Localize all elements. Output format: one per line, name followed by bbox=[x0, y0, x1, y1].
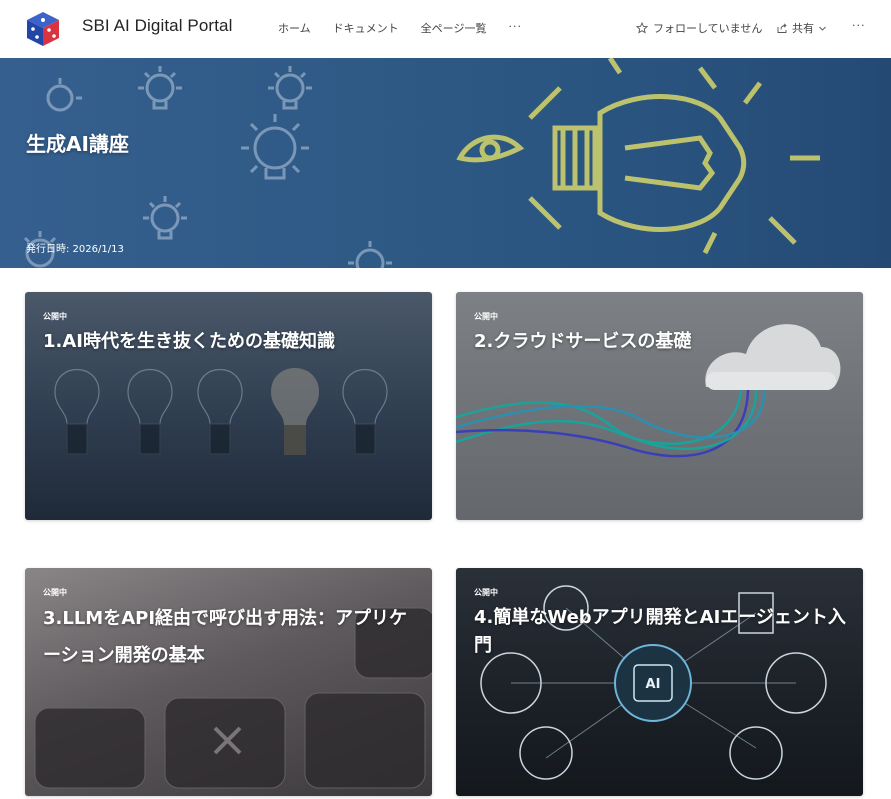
status-badge: 公開中 bbox=[43, 588, 67, 597]
site-logo-icon[interactable] bbox=[24, 10, 62, 48]
site-header: SBI AI Digital Portal ホーム ドキュメント 全ページ一覧 … bbox=[0, 0, 891, 58]
follow-button[interactable]: フォローしていません bbox=[636, 20, 762, 36]
nav-item-home[interactable]: ホーム bbox=[278, 20, 311, 36]
course-card-3[interactable]: 公開中 3.LLMをAPI経由で呼び出す用法：アプリケーション開発の基本 bbox=[25, 568, 432, 796]
nav-item-documents[interactable]: ドキュメント bbox=[333, 20, 399, 36]
status-badge: 公開中 bbox=[474, 312, 498, 321]
site-title[interactable]: SBI AI Digital Portal bbox=[82, 16, 232, 36]
follow-label: フォローしていません bbox=[653, 22, 763, 35]
hero-banner: 生成AI講座 発行日時: 2026/1/13 bbox=[0, 58, 891, 268]
card-title: 1.AI時代を生き抜くための基礎知識 bbox=[43, 331, 335, 352]
ai-chip-label: AI bbox=[646, 677, 661, 692]
header-more-button[interactable]: ··· bbox=[852, 19, 866, 32]
row-of-lightbulbs-image bbox=[54, 368, 388, 455]
hero-title: 生成AI講座 bbox=[26, 132, 129, 156]
ai-network-diagram-image: AI bbox=[480, 585, 827, 780]
card-title: 3.LLMをAPI経由で呼び出す用法：アプリケーション開発の基本 bbox=[43, 608, 408, 666]
card-title: 4.簡単なWebアプリ開発とAIエージェント入門 bbox=[474, 607, 846, 656]
share-button[interactable]: 共有 bbox=[776, 20, 827, 36]
course-card-1[interactable]: 公開中 1.AI時代を生き抜くための基礎知識 bbox=[25, 292, 432, 520]
star-icon bbox=[636, 22, 648, 34]
nav-more-button[interactable]: ··· bbox=[508, 20, 522, 36]
share-label: 共有 bbox=[792, 22, 814, 35]
hero-publish-date: 発行日時: 2026/1/13 bbox=[26, 244, 124, 255]
cloud-with-cables-image bbox=[456, 324, 841, 458]
nav-item-all-pages[interactable]: 全ページ一覧 bbox=[421, 20, 487, 36]
card-title: 2.クラウドサービスの基礎 bbox=[474, 331, 692, 352]
chevron-down-icon bbox=[819, 26, 826, 31]
top-nav: ホーム ドキュメント 全ページ一覧 ··· bbox=[278, 20, 522, 36]
course-card-4[interactable]: AI 公開中 4.簡単なWebアプリ開発とAIエージェント入門 bbox=[456, 568, 863, 796]
share-icon bbox=[777, 23, 787, 33]
status-badge: 公開中 bbox=[474, 588, 498, 597]
lightbulb-illustration bbox=[23, 58, 820, 268]
status-badge: 公開中 bbox=[43, 312, 67, 321]
course-card-2[interactable]: 公開中 2.クラウドサービスの基礎 bbox=[456, 292, 863, 520]
